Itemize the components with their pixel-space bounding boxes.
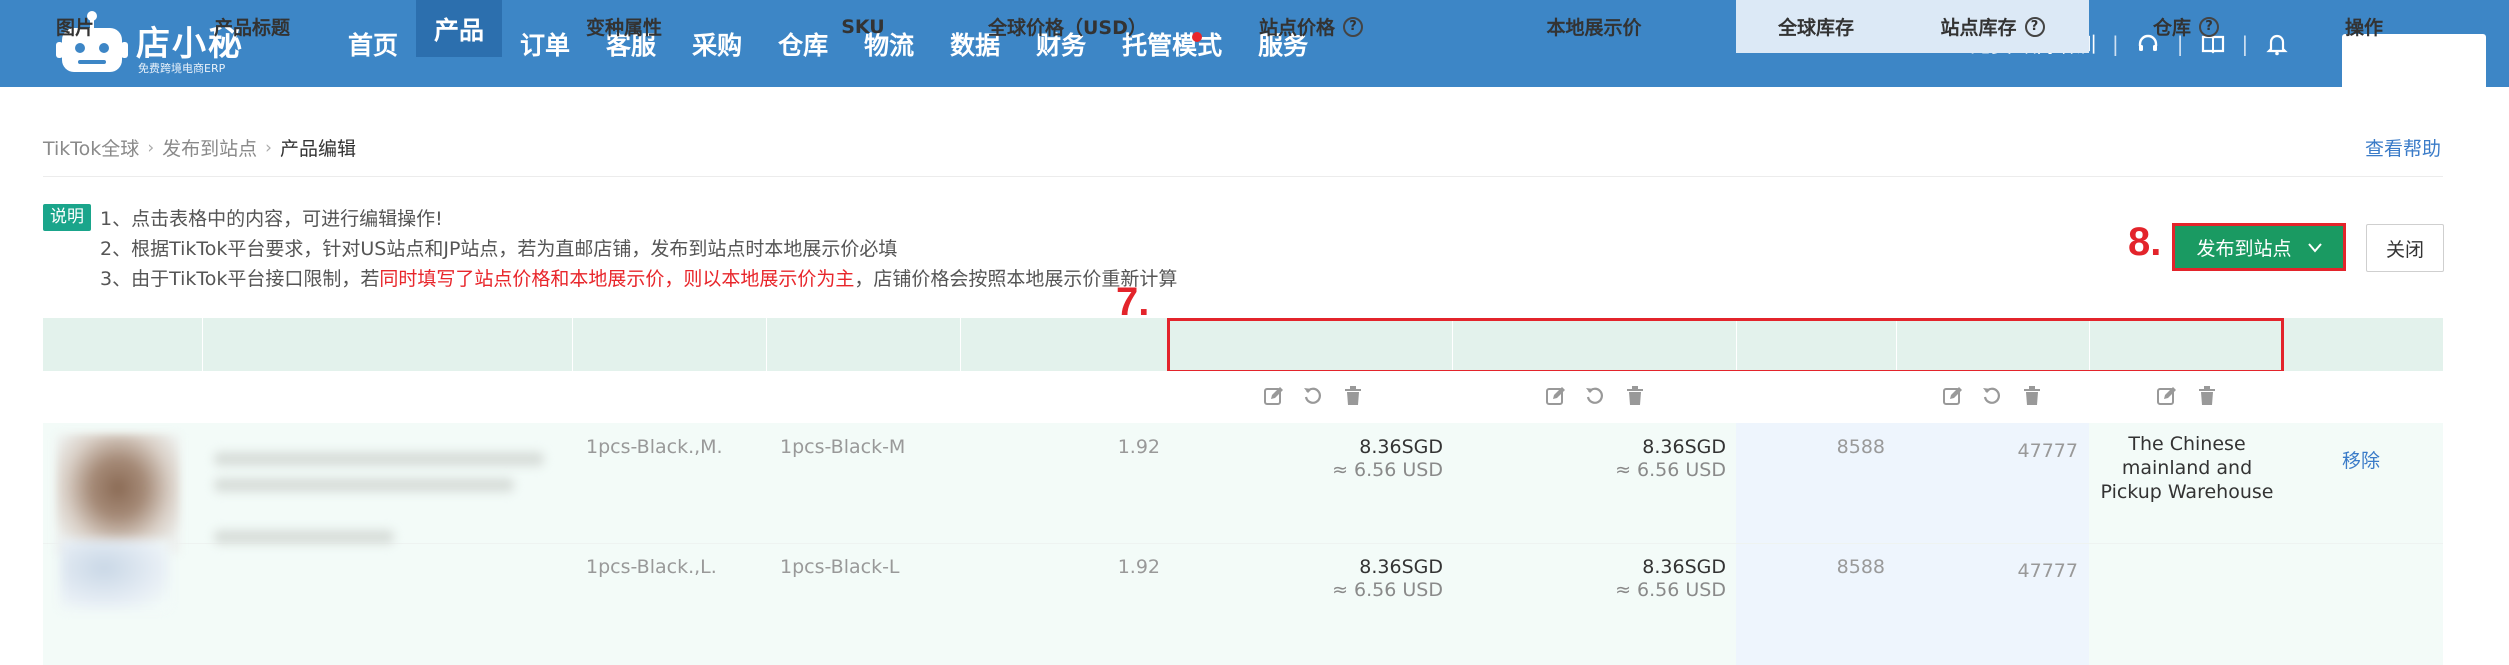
row2-site-price-usd: ≈ 6.56 USD bbox=[1332, 579, 1443, 601]
chevron-right-icon: › bbox=[147, 137, 155, 158]
chevron-down-icon bbox=[2307, 238, 2322, 257]
trash-icon[interactable] bbox=[1342, 385, 1364, 407]
nav-item-purchasing[interactable]: 采购 bbox=[674, 0, 760, 87]
breadcrumb-item-current: 产品编辑 bbox=[279, 138, 356, 160]
product-title-blurred bbox=[214, 530, 394, 544]
row1-sku[interactable]: 1pcs-Black-M bbox=[780, 436, 905, 458]
nav-item-orders[interactable]: 订单 bbox=[502, 0, 588, 87]
reset-icon[interactable] bbox=[1584, 385, 1606, 407]
nav-item-home[interactable]: 首页 bbox=[330, 0, 416, 87]
row1-global-price[interactable]: 1.92 bbox=[1000, 436, 1160, 458]
chevron-right-icon: › bbox=[265, 137, 272, 158]
highlight-frame-editable-columns bbox=[1167, 318, 2284, 373]
column-divider bbox=[766, 318, 767, 371]
publish-to-site-label: 发布到站点 bbox=[2196, 237, 2292, 260]
edit-icon[interactable] bbox=[1942, 385, 1964, 407]
row1-site-stock[interactable]: 47777 bbox=[1900, 440, 2078, 462]
warehouse-label: 仓库 bbox=[2152, 17, 2191, 39]
row1-variant[interactable]: 1pcs-Black.,M. bbox=[586, 436, 723, 458]
row2-local-price-usd: ≈ 6.56 USD bbox=[1615, 579, 1726, 601]
product-title-blurred[interactable] bbox=[214, 452, 544, 466]
note-line-3-prefix: 3、由于TikTok平台接口限制，若 bbox=[100, 268, 380, 290]
trash-icon[interactable] bbox=[1624, 385, 1646, 407]
column-header-action: 操作 bbox=[2344, 17, 2383, 39]
note-line-2: 2、根据TikTok平台要求，针对US站点和JP站点，若为直邮店铺，发布到站点时… bbox=[100, 238, 898, 260]
column-header-local-price: 本地展示价 bbox=[1546, 17, 1642, 39]
column-header-global-stock: 全球库存 bbox=[1777, 17, 1854, 39]
row1-local-price-usd: ≈ 6.56 USD bbox=[1615, 459, 1726, 481]
annotation-step-8: 8. bbox=[2128, 220, 2162, 264]
column-header-image: 图片 bbox=[56, 17, 95, 39]
row2-global-stock: 8588 bbox=[1836, 556, 1885, 578]
row1-site-price-usd: ≈ 6.56 USD bbox=[1332, 459, 1443, 481]
reset-icon[interactable] bbox=[1302, 385, 1324, 407]
warehouse-cell[interactable]: The Chinese mainland and Pickup Warehous… bbox=[2096, 432, 2278, 504]
row1-global-stock: 8588 bbox=[1836, 436, 1885, 458]
row2-global-price[interactable]: 1.92 bbox=[1000, 556, 1160, 578]
column-header-site-price[interactable]: 站点价格 ? bbox=[1170, 0, 1452, 53]
nav-item-products[interactable]: 产品 bbox=[416, 0, 503, 57]
edit-icon[interactable] bbox=[1545, 385, 1567, 407]
product-image[interactable] bbox=[56, 434, 180, 554]
row2-sku[interactable]: 1pcs-Black-L bbox=[780, 556, 900, 578]
help-circle-icon[interactable]: ? bbox=[2199, 16, 2219, 37]
row-divider bbox=[43, 543, 2443, 544]
divider bbox=[43, 176, 2443, 177]
row2-site-price[interactable]: 8.36SGD bbox=[1200, 556, 1443, 578]
row1-site-price[interactable]: 8.36SGD bbox=[1200, 436, 1443, 458]
help-link[interactable]: 查看帮助 bbox=[2365, 134, 2441, 161]
column-divider bbox=[960, 318, 961, 371]
trash-icon[interactable] bbox=[2021, 385, 2043, 407]
row2-variant[interactable]: 1pcs-Black.,L. bbox=[586, 556, 717, 578]
row2-site-stock[interactable]: 47777 bbox=[1900, 560, 2078, 582]
publish-to-site-button[interactable]: 发布到站点 bbox=[2172, 223, 2346, 271]
reset-icon[interactable] bbox=[1981, 385, 2003, 407]
site-price-label: 站点价格 bbox=[1258, 17, 1335, 39]
breadcrumb: TikTok全球 › 发布到站点 › 产品编辑 bbox=[43, 134, 356, 161]
logo-subtitle: 免费跨境电商ERP bbox=[138, 62, 226, 75]
column-header-sku: SKU bbox=[841, 15, 885, 38]
product-title-blurred bbox=[214, 478, 514, 492]
column-header-title: 产品标题 bbox=[214, 17, 291, 39]
edit-icon[interactable] bbox=[2156, 385, 2178, 407]
column-divider bbox=[572, 318, 573, 371]
site-stock-label: 站点库存 bbox=[1940, 17, 2017, 39]
global-stock-column-bg bbox=[1736, 423, 1896, 665]
product-image-secondary bbox=[60, 540, 170, 610]
row1-local-price[interactable]: 8.36SGD bbox=[1480, 436, 1726, 458]
note-line-3-warning: 同时填写了站点价格和本地展示价，则以本地展示价为主 bbox=[379, 268, 855, 290]
column-divider bbox=[202, 318, 203, 371]
note-line-3: 3、由于TikTok平台接口限制，若同时填写了站点价格和本地展示价，则以本地展示… bbox=[100, 264, 1177, 291]
remove-link[interactable]: 移除 bbox=[2342, 446, 2380, 473]
breadcrumb-item-tiktok-global[interactable]: TikTok全球 bbox=[43, 134, 139, 161]
breadcrumb-item-publish[interactable]: 发布到站点 bbox=[162, 134, 257, 161]
edit-icon[interactable] bbox=[1263, 385, 1285, 407]
note-line-1: 1、点击表格中的内容，可进行编辑操作! bbox=[100, 208, 443, 230]
close-button[interactable]: 关闭 bbox=[2366, 224, 2444, 272]
help-circle-icon[interactable]: ? bbox=[2024, 16, 2045, 37]
column-header-warehouse[interactable]: 仓库 ? bbox=[2089, 0, 2283, 53]
row2-local-price[interactable]: 8.36SGD bbox=[1480, 556, 1726, 578]
note-badge: 说明 bbox=[43, 204, 91, 231]
column-header-global-price: 全球价格（USD） bbox=[988, 17, 1147, 39]
column-header-site-stock[interactable]: 站点库存 ? bbox=[1896, 0, 2089, 53]
help-circle-icon[interactable]: ? bbox=[1343, 16, 1363, 37]
trash-icon[interactable] bbox=[2196, 385, 2218, 407]
bulk-edit-toolbar-row bbox=[43, 371, 2443, 423]
column-header-variant: 变种属性 bbox=[586, 17, 663, 39]
